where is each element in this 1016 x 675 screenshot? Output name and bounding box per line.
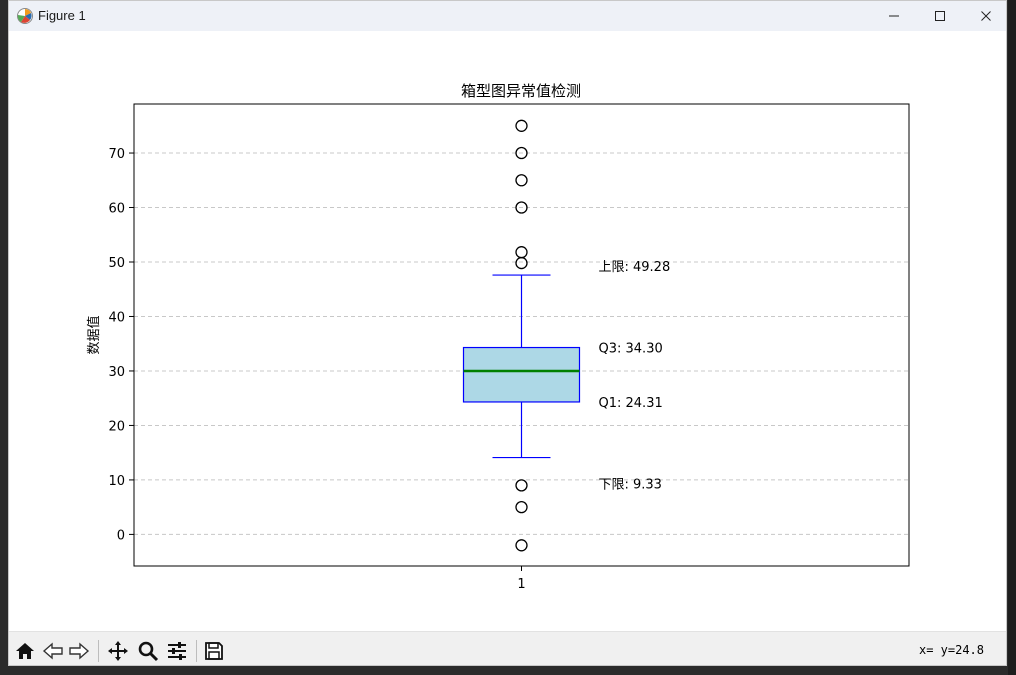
toolbar-separator <box>196 640 197 662</box>
outlier-point <box>515 501 528 514</box>
home-button[interactable] <box>13 639 37 663</box>
figure-window: Figure 1 0 10 20 30 40 50 60 70 1 上限: 49.28 Q3: … <box>8 0 1007 666</box>
y-tick-label: 0 <box>117 528 125 543</box>
iqr-box <box>462 346 581 403</box>
y-axis-ticks: 0 10 20 30 40 50 60 70 <box>108 147 134 543</box>
annotations: 上限: 49.28 Q3: 34.30 Q1: 24.31 下限: 9.33 <box>599 260 671 493</box>
y-tick-label: 60 <box>108 202 125 217</box>
zoom-button[interactable] <box>136 639 160 663</box>
outlier-point <box>515 174 528 187</box>
configure-subplots-icon <box>168 642 186 660</box>
pan-icon <box>108 641 128 661</box>
x-axis-ticks: 1 <box>517 566 526 592</box>
figure-canvas[interactable]: 0 10 20 30 40 50 60 70 1 上限: 49.28 Q3: 34.30 Q1: … <box>9 31 1006 631</box>
y-tick-label: 30 <box>108 365 125 380</box>
title-bar[interactable]: Figure 1 <box>9 1 1006 31</box>
minimize-button[interactable] <box>871 1 917 31</box>
y-tick-label: 70 <box>108 147 125 162</box>
annotation-label: 上限: 49.28 <box>599 260 671 275</box>
window-title: Figure 1 <box>38 8 86 23</box>
y-tick-label: 10 <box>108 474 125 489</box>
y-axis-label: 数据值 <box>86 315 102 354</box>
forward-arrow-icon <box>69 642 90 660</box>
minimize-icon <box>889 15 899 17</box>
maximize-button[interactable] <box>917 1 963 31</box>
outlier-point <box>515 256 528 270</box>
pan-button[interactable] <box>106 639 130 663</box>
matplotlib-logo-icon <box>17 8 33 24</box>
home-icon <box>16 643 34 659</box>
configure-subplots-button[interactable] <box>165 639 189 663</box>
outlier-point <box>515 539 528 552</box>
annotation-label: Q3: 34.30 <box>599 342 663 357</box>
outlier-point <box>515 479 528 492</box>
close-icon <box>981 11 991 21</box>
outlier-point <box>515 119 528 132</box>
cursor-coordinates: x= y=24.8 <box>918 643 984 657</box>
box-plot-chart: 0 10 20 30 40 50 60 70 1 上限: 49.28 Q3: 34.30 Q1: … <box>86 82 910 592</box>
chart-title: 箱型图异常值检测 <box>461 82 581 100</box>
desktop-background <box>1008 0 1016 675</box>
back-button[interactable] <box>41 639 65 663</box>
y-tick-label: 50 <box>108 256 125 271</box>
save-icon <box>205 642 223 660</box>
back-arrow-icon <box>42 642 63 660</box>
maximize-icon <box>935 11 945 21</box>
box-group <box>462 274 581 459</box>
forward-button[interactable] <box>67 639 91 663</box>
y-tick-label: 20 <box>108 419 125 434</box>
annotation-label: 下限: 9.33 <box>599 478 662 493</box>
x-tick-label: 1 <box>517 577 525 592</box>
close-button[interactable] <box>963 1 1006 31</box>
navigation-toolbar: x= y=24.8 <box>9 631 1006 665</box>
zoom-icon <box>138 641 159 662</box>
annotation-label: Q1: 24.31 <box>599 396 663 411</box>
y-tick-label: 40 <box>108 310 125 325</box>
outlier-point <box>515 246 528 259</box>
toolbar-separator <box>98 640 99 662</box>
save-button[interactable] <box>202 639 226 663</box>
